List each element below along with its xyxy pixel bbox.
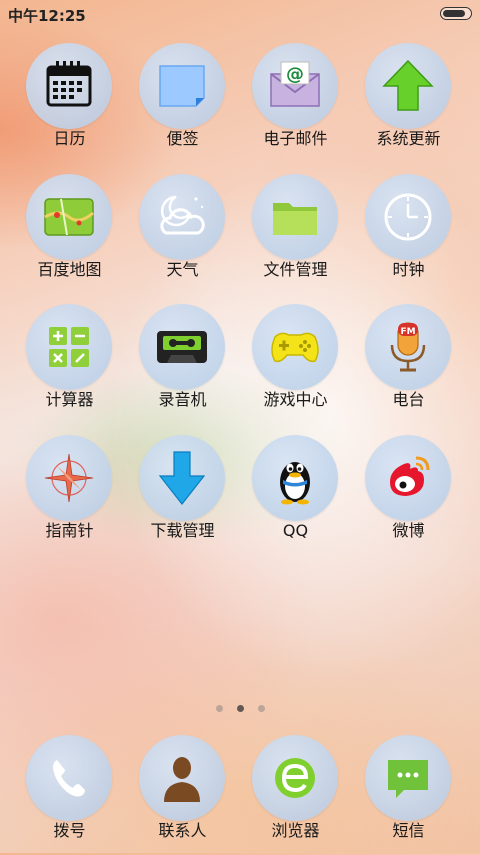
app-label: 联系人	[158, 821, 207, 840]
app-compass[interactable]: 指南针	[13, 435, 126, 555]
note-icon	[159, 65, 205, 107]
app-game-center[interactable]: 游戏中心	[239, 304, 352, 424]
update-arrow-icon	[382, 59, 434, 111]
app-clock[interactable]: 时钟	[352, 174, 465, 294]
app-calendar[interactable]: 日历	[13, 43, 126, 163]
icon-circle: FM	[365, 304, 451, 390]
download-arrow-icon	[158, 451, 206, 505]
app-label: 日历	[53, 129, 86, 148]
app-label: 百度地图	[37, 260, 102, 279]
browser-icon	[275, 758, 315, 798]
app-file-manager[interactable]: 文件管理	[239, 174, 352, 294]
icon-circle	[365, 174, 451, 260]
app-label: 时钟	[392, 260, 425, 279]
qq-penguin-icon	[280, 462, 310, 505]
app-label: QQ	[282, 521, 309, 540]
svg-text:FM: FM	[400, 327, 415, 337]
app-radio[interactable]: FM 电台	[352, 304, 465, 424]
app-label: 微博	[392, 521, 425, 540]
svg-text:@: @	[286, 64, 304, 85]
calendar-icon	[46, 61, 92, 107]
icon-circle	[139, 43, 225, 129]
app-email[interactable]: @ 电子邮件	[239, 43, 352, 163]
icon-circle: @	[252, 43, 338, 129]
folder-icon	[273, 203, 317, 235]
app-weibo[interactable]: 微博	[352, 435, 465, 555]
calculator-icon	[49, 327, 89, 367]
icon-circle	[139, 435, 225, 521]
icon-circle	[139, 304, 225, 390]
message-icon	[388, 760, 428, 798]
dock-contacts[interactable]: 联系人	[126, 735, 239, 855]
app-system-update[interactable]: 系统更新	[352, 43, 465, 163]
gamepad-icon	[271, 332, 319, 363]
app-label: 计算器	[45, 390, 94, 409]
dock-browser[interactable]: 浏览器	[239, 735, 352, 855]
app-label: 系统更新	[376, 129, 441, 148]
app-label: 天气	[166, 260, 199, 279]
icon-circle	[365, 43, 451, 129]
icon-circle	[26, 435, 112, 521]
icon-circle	[252, 735, 338, 821]
cassette-icon	[157, 331, 207, 363]
dock-phone[interactable]: 拨号	[13, 735, 126, 855]
app-weather[interactable]: 天气	[126, 174, 239, 294]
weibo-icon	[390, 456, 430, 496]
icon-circle	[139, 174, 225, 260]
app-label: 指南针	[45, 521, 94, 540]
app-label: 短信	[392, 821, 425, 840]
app-download-manager[interactable]: 下载管理	[126, 435, 239, 555]
status-time: 中午12:25	[8, 7, 86, 25]
icon-circle	[139, 735, 225, 821]
app-label: 拨号	[53, 821, 86, 840]
map-icon	[44, 198, 94, 236]
icon-circle	[252, 435, 338, 521]
status-bar: 中午12:25	[0, 0, 480, 28]
app-label: 电子邮件	[263, 129, 328, 148]
page-indicator[interactable]	[0, 697, 480, 712]
app-label: 便签	[166, 129, 199, 148]
phone-icon	[53, 760, 85, 797]
app-label: 下载管理	[150, 521, 215, 540]
page-dot-active[interactable]	[236, 705, 244, 712]
email-icon: @	[270, 61, 320, 107]
battery-level-fill	[443, 10, 465, 17]
app-baidu-map[interactable]: 百度地图	[13, 174, 126, 294]
page-dot[interactable]	[215, 705, 223, 712]
app-label: 文件管理	[263, 260, 328, 279]
page-dot[interactable]	[257, 705, 265, 712]
icon-circle	[365, 435, 451, 521]
battery-icon	[440, 7, 472, 20]
app-notes[interactable]: 便签	[126, 43, 239, 163]
contact-icon	[164, 757, 200, 802]
app-calculator[interactable]: 计算器	[13, 304, 126, 424]
clock-icon	[384, 193, 432, 241]
app-label: 电台	[392, 390, 425, 409]
weather-icon	[160, 195, 205, 235]
app-recorder[interactable]: 录音机	[126, 304, 239, 424]
fm-microphone-icon: FM	[390, 322, 426, 372]
icon-circle	[252, 174, 338, 260]
app-label: 游戏中心	[263, 390, 328, 409]
icon-circle	[26, 174, 112, 260]
compass-icon	[44, 453, 94, 503]
app-label: 浏览器	[271, 821, 320, 840]
icon-circle	[26, 43, 112, 129]
dock-messages[interactable]: 短信	[352, 735, 465, 855]
app-label: 录音机	[158, 390, 207, 409]
icon-circle	[26, 304, 112, 390]
icon-circle	[252, 304, 338, 390]
icon-circle	[26, 735, 112, 821]
app-qq[interactable]: QQ	[239, 435, 352, 555]
icon-circle	[365, 735, 451, 821]
